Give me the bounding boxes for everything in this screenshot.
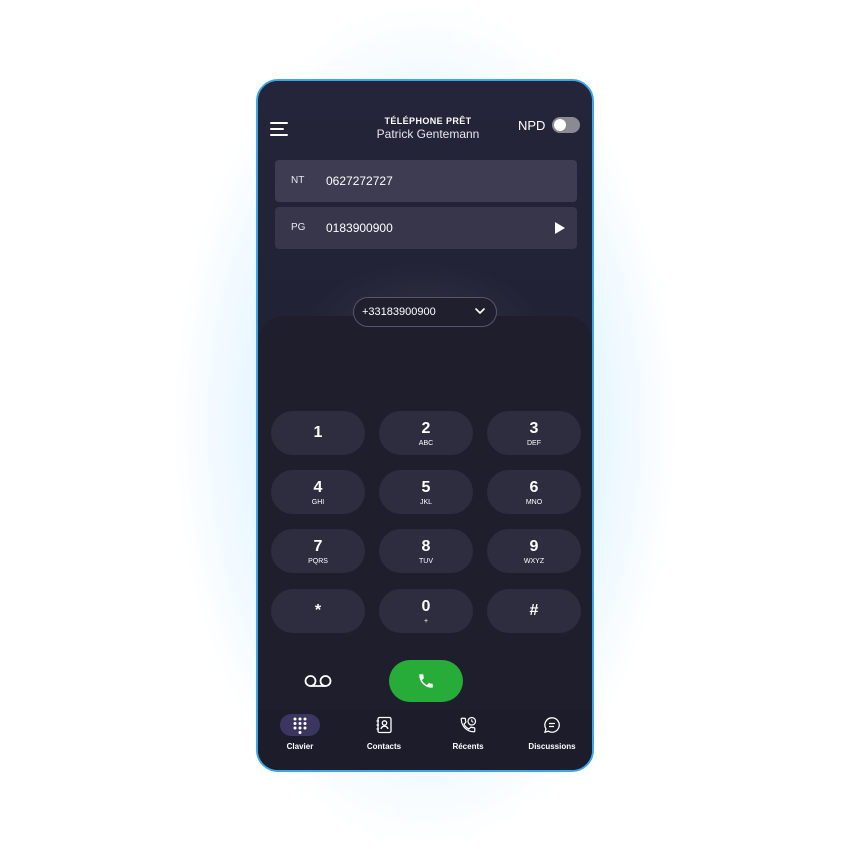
key-7[interactable]: 7 PQRS xyxy=(271,529,365,573)
key-1[interactable]: 1 xyxy=(271,411,365,455)
key-digit: 9 xyxy=(529,538,539,555)
line-code: PG xyxy=(291,222,306,233)
chevron-down-icon xyxy=(475,308,485,314)
nav-label: Récents xyxy=(452,742,484,751)
line-row-nt[interactable]: NT 0627272727 xyxy=(275,160,577,202)
key-6[interactable]: 6 MNO xyxy=(487,470,581,514)
key-5[interactable]: 5 JKL xyxy=(379,470,473,514)
key-digit: 7 xyxy=(313,538,323,555)
user-name: Patrick Gentemann xyxy=(376,127,480,141)
voicemail-icon[interactable] xyxy=(303,673,333,689)
key-9[interactable]: 9 WXYZ xyxy=(487,529,581,573)
key-digit: 6 xyxy=(529,479,539,496)
nav-item-recents[interactable]: Récents xyxy=(428,714,508,751)
nav-icon-wrap xyxy=(364,714,404,736)
key-digit: # xyxy=(529,602,539,619)
key-letters: MNO xyxy=(525,499,543,506)
caller-id-select[interactable]: +33183900900 xyxy=(353,297,497,327)
phone-icon xyxy=(419,674,433,688)
npd-toggle[interactable] xyxy=(552,117,580,133)
key-2[interactable]: 2 ABC xyxy=(379,411,473,455)
key-star[interactable]: * xyxy=(271,589,365,633)
dialpad-icon xyxy=(293,717,307,734)
menu-icon[interactable] xyxy=(270,122,288,136)
key-8[interactable]: 8 TUV xyxy=(379,529,473,573)
key-digit: 1 xyxy=(313,424,323,441)
nav-label: Contacts xyxy=(366,742,402,751)
bottom-nav: Clavier Contacts Récents Discussions xyxy=(258,710,592,770)
caller-id-value: +33183900900 xyxy=(362,306,436,318)
npd-label: NPD xyxy=(518,118,546,133)
toggle-knob xyxy=(554,119,566,131)
play-icon[interactable] xyxy=(555,222,565,234)
nav-item-contacts[interactable]: Contacts xyxy=(344,714,424,751)
key-digit: 0 xyxy=(421,598,431,615)
key-letters: + xyxy=(423,618,429,625)
contacts-icon xyxy=(376,716,392,734)
key-letters: PQRS xyxy=(308,558,328,565)
nav-label: Discussions xyxy=(528,742,576,751)
recent-calls-icon xyxy=(460,716,477,733)
call-button[interactable] xyxy=(389,660,463,702)
nav-item-discussions[interactable]: Discussions xyxy=(512,714,592,751)
key-3[interactable]: 3 DEF xyxy=(487,411,581,455)
line-row-pg[interactable]: PG 0183900900 xyxy=(275,207,577,249)
line-number: 0627272727 xyxy=(326,174,393,188)
key-4[interactable]: 4 GHI xyxy=(271,470,365,514)
key-digit: 4 xyxy=(313,479,323,496)
key-letters: JKL xyxy=(419,499,433,506)
key-digit: 2 xyxy=(421,420,431,437)
nav-icon-wrap xyxy=(532,714,572,736)
nav-icon-wrap xyxy=(448,714,488,736)
title-block: TÉLÉPHONE PRÊT Patrick Gentemann xyxy=(368,116,488,141)
chat-icon xyxy=(544,717,560,734)
key-digit: 3 xyxy=(529,420,539,437)
key-letters: DEF xyxy=(527,440,541,447)
key-digit: 8 xyxy=(421,538,431,555)
line-code: NT xyxy=(291,175,305,186)
key-0[interactable]: 0 + xyxy=(379,589,473,633)
key-letters: TUV xyxy=(419,558,433,565)
nav-item-clavier[interactable]: Clavier xyxy=(260,714,340,751)
key-letters: GHI xyxy=(311,499,325,506)
nav-label: Clavier xyxy=(286,742,314,751)
key-letters: ABC xyxy=(418,440,434,447)
key-digit: * xyxy=(314,602,322,619)
nav-active-indicator xyxy=(280,714,320,736)
status-title: TÉLÉPHONE PRÊT xyxy=(384,116,472,126)
key-digit: 5 xyxy=(421,479,431,496)
header: TÉLÉPHONE PRÊT Patrick Gentemann NPD xyxy=(258,81,592,151)
phone-frame: TÉLÉPHONE PRÊT Patrick Gentemann NPD NT … xyxy=(256,79,594,772)
key-letters: WXYZ xyxy=(523,558,545,565)
line-number: 0183900900 xyxy=(326,221,393,235)
key-hash[interactable]: # xyxy=(487,589,581,633)
